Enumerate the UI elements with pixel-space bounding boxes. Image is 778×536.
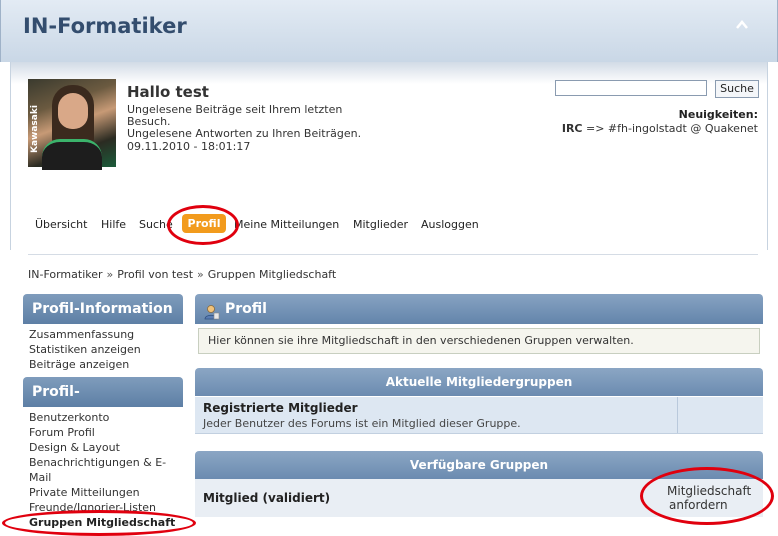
news-text: IRC => #fh-ingolstadt @ Quakenet	[562, 122, 758, 135]
site-title[interactable]: IN-Formatiker	[23, 14, 187, 38]
current-group-row: Registrierte Mitglieder Jeder Benutzer d…	[195, 397, 763, 434]
current-group-desc: Jeder Benutzer des Forums ist ein Mitgli…	[203, 417, 521, 430]
breadcrumb-profile[interactable]: Profil von test	[117, 268, 193, 281]
search-button[interactable]: Suche	[715, 80, 759, 98]
sidebar-item-statistics[interactable]: Statistiken anzeigen	[29, 342, 141, 357]
collapse-icon[interactable]	[735, 18, 749, 32]
breadcrumb-separator: »	[197, 268, 204, 281]
unread-posts-link[interactable]: Ungelesene Beiträge seit Ihrem letzten B…	[127, 104, 387, 128]
avatar: Kawasaki	[28, 79, 116, 170]
news-message[interactable]: => #fh-ingolstadt @ Quakenet	[586, 122, 758, 135]
menu-item-mitglieder[interactable]: Mitglieder	[353, 218, 408, 231]
profile-header: Profil	[195, 294, 763, 324]
current-groups-header: Aktuelle Mitgliedergruppen	[195, 368, 763, 396]
highlight-ring-profil	[167, 205, 239, 245]
menu-item-uebersicht[interactable]: Übersicht	[35, 218, 87, 231]
highlight-ring-request	[640, 467, 774, 525]
highlight-ring-groups	[2, 510, 196, 536]
sidebar-item-notifications[interactable]: Benachrichtigungen & E-Mail	[29, 455, 179, 485]
breadcrumb-home[interactable]: IN-Formatiker	[28, 268, 103, 281]
search-input[interactable]	[555, 80, 707, 96]
menu-item-hilfe[interactable]: Hilfe	[101, 218, 126, 231]
sidebar-item-private-messages[interactable]: Private Mitteilungen	[29, 485, 140, 500]
available-group-name: Mitglied (validiert)	[203, 491, 331, 505]
news-label: IRC	[561, 122, 583, 135]
breadcrumb-current[interactable]: Gruppen Mitgliedschaft	[208, 268, 336, 281]
profile-title: Profil	[225, 301, 267, 317]
sidebar-settings-title: Profil-Einstellungen	[23, 377, 183, 430]
current-datetime: 09.11.2010 - 18:01:17	[127, 140, 251, 153]
unread-replies-link[interactable]: Ungelesene Antworten zu Ihren Beiträgen.	[127, 128, 361, 140]
avatar-logo: Kawasaki	[30, 105, 40, 153]
forum-header: IN-Formatiker	[0, 0, 778, 62]
current-group-name: Registrierte Mitglieder	[203, 401, 358, 415]
menu-item-ausloggen[interactable]: Ausloggen	[421, 218, 479, 231]
description-box: Hier können sie ihre Mitgliedschaft in d…	[198, 328, 760, 354]
breadcrumb: IN-Formatiker» Profil von test» Gruppen Mi…	[28, 268, 336, 281]
user-icon	[204, 301, 220, 320]
news-heading: Neuigkeiten:	[678, 108, 758, 121]
sidebar-info-title: Profil-Information	[23, 294, 183, 324]
sidebar-item-account[interactable]: Benutzerkonto	[29, 410, 109, 425]
sidebar-item-summary[interactable]: Zusammenfassung	[29, 327, 134, 342]
menu-divider	[28, 254, 758, 255]
menu-item-mitteilungen[interactable]: Meine Mitteilungen	[234, 218, 339, 231]
breadcrumb-separator: »	[106, 268, 114, 281]
greeting: Hallo test	[127, 83, 209, 101]
sidebar-item-forum-profile[interactable]: Forum Profil	[29, 425, 95, 440]
sidebar-item-design[interactable]: Design & Layout	[29, 440, 120, 455]
sidebar-item-posts[interactable]: Beiträge anzeigen	[29, 357, 129, 372]
